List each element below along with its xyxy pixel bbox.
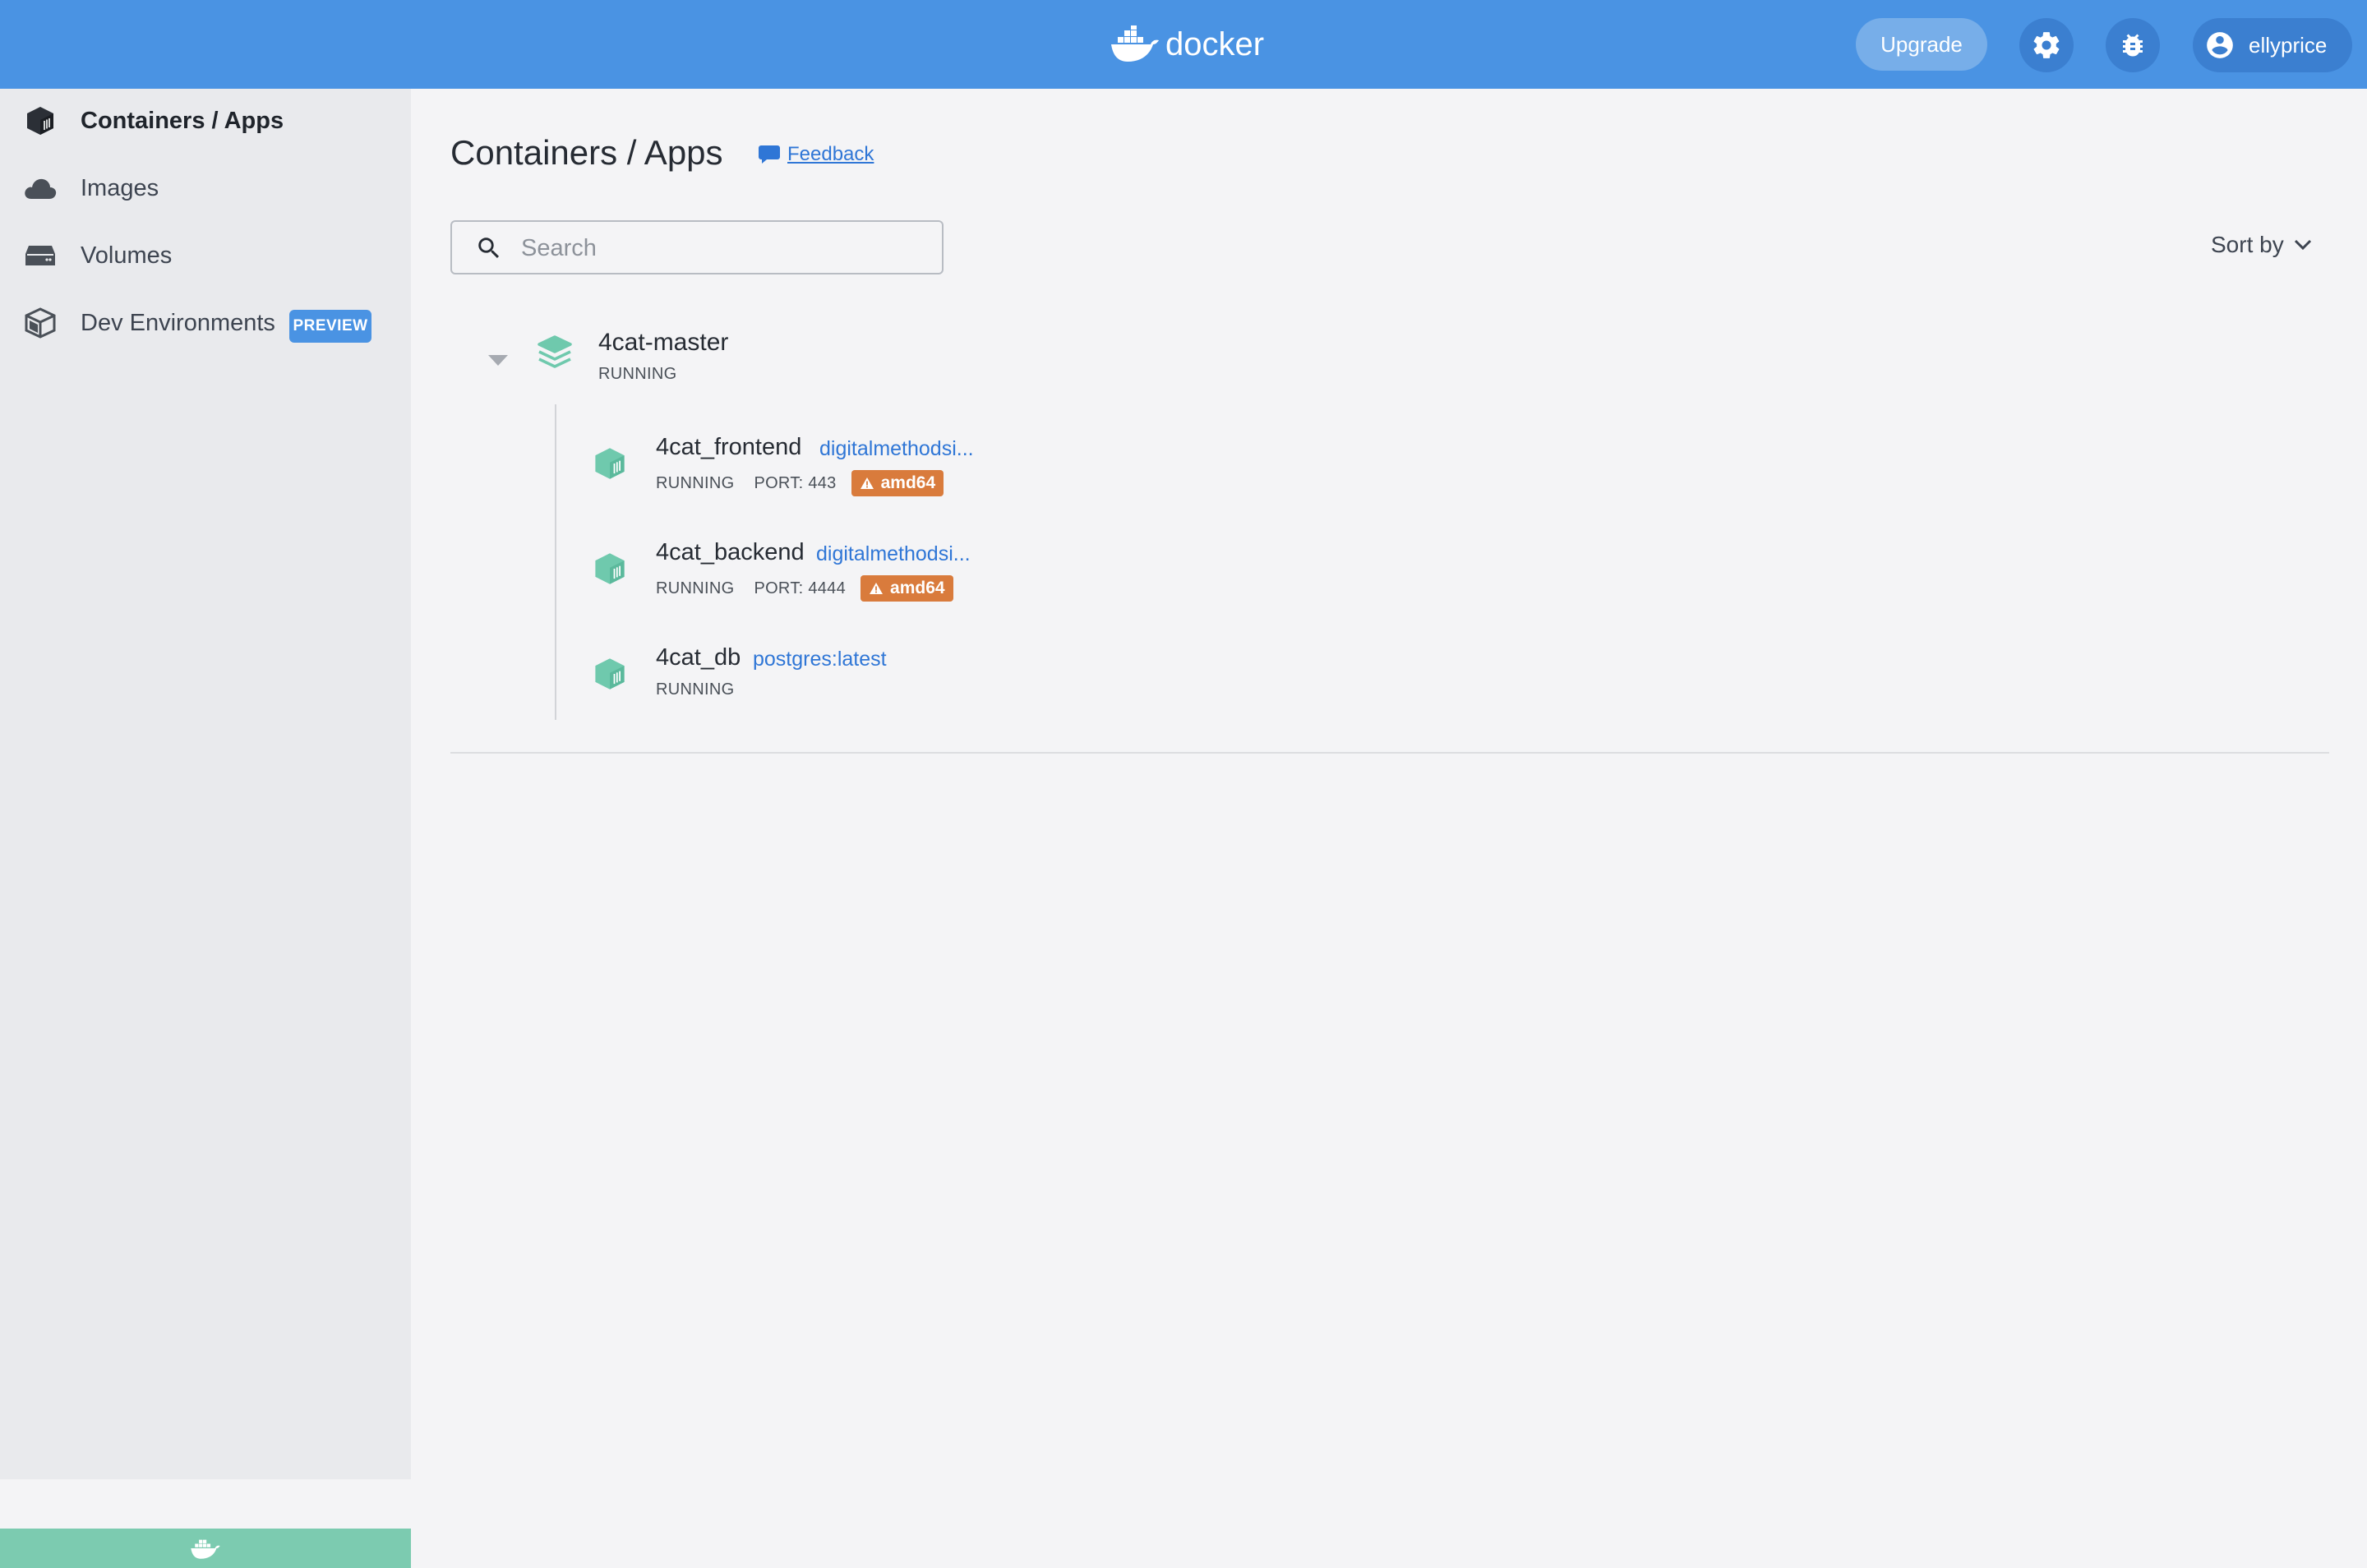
- docker-whale-icon: [1111, 25, 1159, 62]
- arch-label: amd64: [890, 579, 945, 597]
- search-field[interactable]: [450, 220, 944, 274]
- gear-icon: [2033, 32, 2060, 58]
- feedback-link[interactable]: Feedback: [758, 143, 874, 166]
- search-input[interactable]: [521, 232, 916, 265]
- stack-icon: [538, 335, 572, 368]
- logo-text: docker: [1165, 25, 1265, 62]
- container-icon: [595, 448, 625, 479]
- container-name: 4cat_backend: [656, 539, 805, 565]
- preview-badge: PREVIEW: [289, 310, 371, 343]
- container-status: RUNNING: [656, 579, 735, 597]
- container-status: RUNNING: [656, 473, 735, 492]
- arch-label: amd64: [880, 473, 936, 492]
- dev-environment-icon: [23, 306, 58, 340]
- chevron-down-icon: [2294, 239, 2311, 251]
- sidebar-item-label: Volumes: [81, 242, 173, 269]
- sort-by-label: Sort by: [2211, 232, 2284, 257]
- image-link[interactable]: postgres:latest: [753, 648, 887, 671]
- list-divider: [450, 752, 2329, 754]
- sidebar-item-images[interactable]: Images: [0, 159, 411, 217]
- sort-by-dropdown[interactable]: Sort by: [2211, 232, 2312, 258]
- account-circle-icon: [2207, 32, 2233, 58]
- username-label: ellyprice: [2249, 32, 2328, 58]
- container-port[interactable]: PORT: 4444: [754, 579, 846, 598]
- chat-bubble-icon: [759, 145, 780, 164]
- app-status: RUNNING: [598, 365, 677, 383]
- engine-status-bar[interactable]: [0, 1529, 411, 1568]
- container-port[interactable]: PORT: 443: [754, 474, 836, 493]
- sidebar-item-label: Images: [81, 174, 159, 201]
- upgrade-button[interactable]: Upgrade: [1856, 18, 1987, 71]
- sidebar: Containers / Apps Images Volumes Dev Env…: [0, 89, 411, 1568]
- container-meta: RUNNING: [656, 680, 734, 699]
- collapse-caret-icon[interactable]: [488, 355, 508, 366]
- sidebar-item-volumes[interactable]: Volumes: [0, 227, 411, 284]
- cloud-icon: [23, 171, 58, 205]
- page-title: Containers / Apps: [450, 133, 723, 172]
- account-button[interactable]: ellyprice: [2193, 18, 2352, 72]
- feedback-link-label[interactable]: Feedback: [787, 143, 874, 166]
- arch-warning-badge: amd64: [861, 575, 953, 602]
- docker-whale-icon: [191, 1539, 220, 1559]
- top-bar: docker Upgrade ellyprice: [0, 0, 2367, 89]
- arch-warning-badge: amd64: [851, 470, 944, 496]
- sidebar-item-dev-environments[interactable]: Dev Environments PREVIEW: [0, 294, 411, 352]
- container-name: 4cat_frontend: [656, 434, 802, 460]
- app-name: 4cat-master: [598, 329, 729, 356]
- sidebar-item-label: Dev Environments: [81, 309, 275, 336]
- container-row[interactable]: 4cat_backend digitalmethodsi... RUNNING …: [592, 531, 2236, 605]
- tree-connector-line: [555, 404, 556, 720]
- settings-button[interactable]: [2019, 18, 2074, 72]
- container-status: RUNNING: [656, 680, 735, 699]
- bug-icon: [2123, 34, 2143, 57]
- container-icon: [595, 658, 625, 689]
- container-icon: [23, 104, 58, 138]
- main-content: Containers / Apps Feedback Sort by 4cat-…: [411, 89, 2367, 1479]
- app-group-row[interactable]: 4cat-master RUNNING: [450, 319, 2332, 401]
- image-link[interactable]: digitalmethodsi...: [816, 542, 971, 566]
- container-row[interactable]: 4cat_db postgres:latest RUNNING: [592, 636, 2236, 710]
- sidebar-item-label: Containers / Apps: [81, 107, 284, 134]
- sidebar-item-containers[interactable]: Containers / Apps: [0, 92, 411, 150]
- troubleshoot-button[interactable]: [2106, 18, 2160, 72]
- volume-icon: [23, 238, 58, 273]
- search-icon: [478, 238, 500, 259]
- container-meta: RUNNING PORT: 443 amd64: [656, 470, 944, 496]
- docker-logo: docker: [1110, 21, 1264, 67]
- warning-icon: [870, 583, 884, 594]
- container-name: 4cat_db: [656, 644, 741, 671]
- container-row[interactable]: 4cat_frontend digitalmethodsi... RUNNING…: [592, 426, 2236, 500]
- warning-icon: [860, 477, 874, 489]
- container-meta: RUNNING PORT: 4444 amd64: [656, 575, 953, 602]
- image-link[interactable]: digitalmethodsi...: [819, 437, 974, 461]
- container-icon: [595, 553, 625, 584]
